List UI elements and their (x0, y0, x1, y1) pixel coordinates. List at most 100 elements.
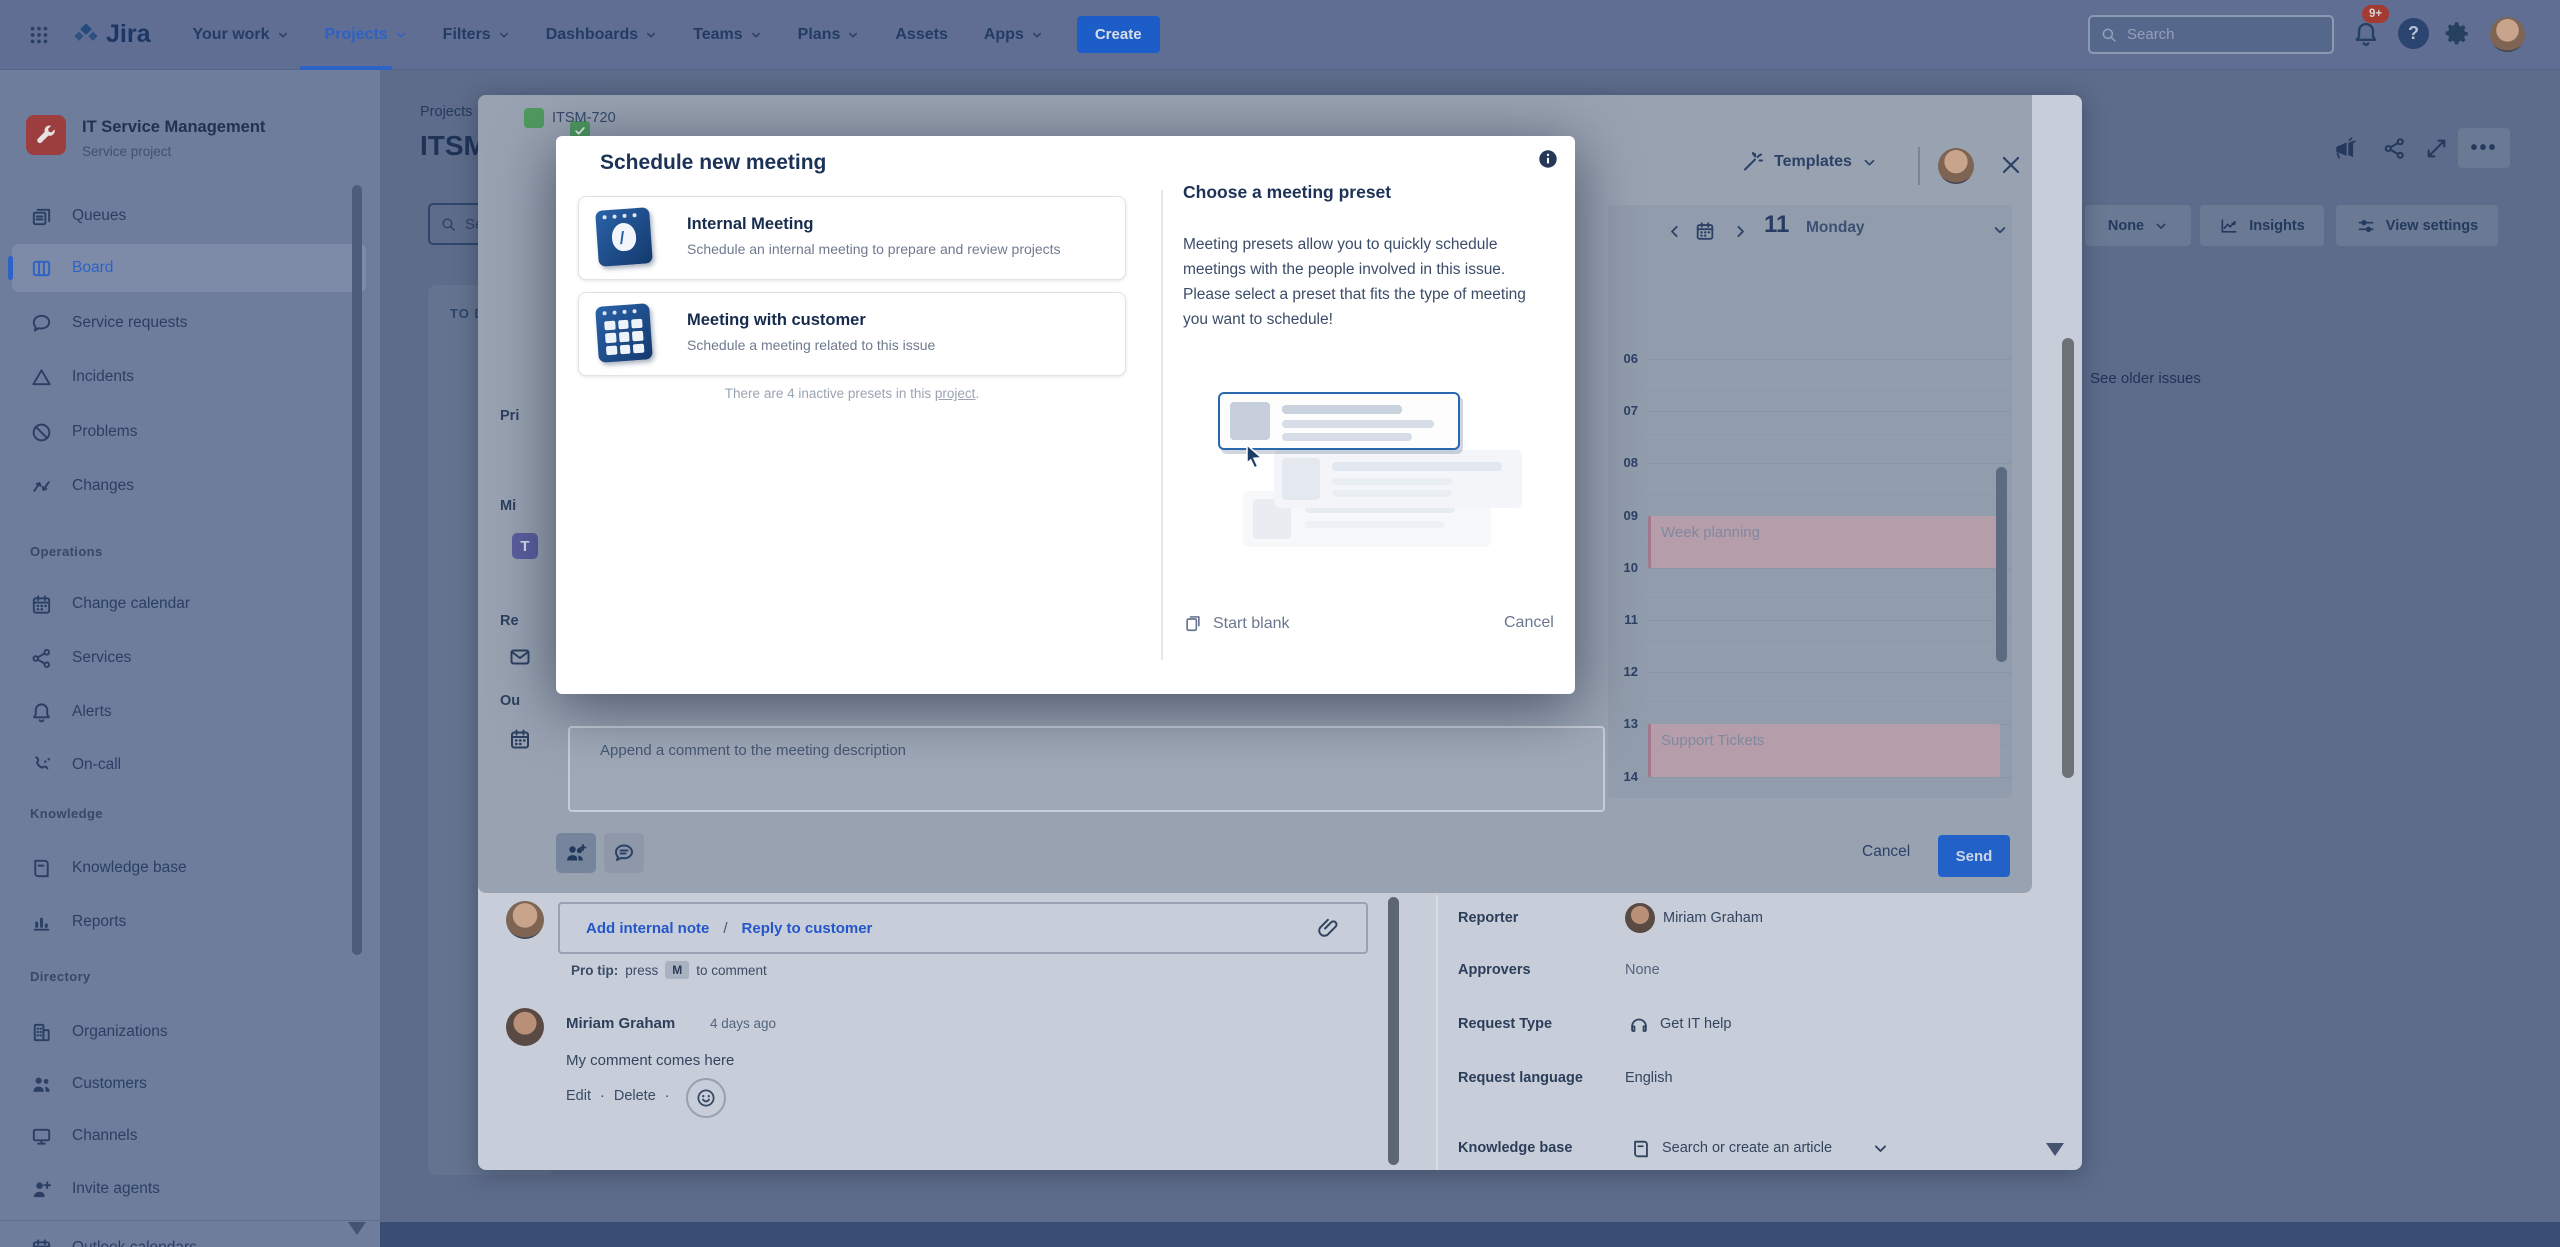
insights-button[interactable]: Insights (2200, 205, 2324, 246)
nav-filters[interactable]: Filters (443, 26, 510, 44)
nav-dashboards[interactable]: Dashboards (546, 26, 657, 44)
nav-assets[interactable]: Assets (895, 26, 947, 44)
scheduler-cancel-button[interactable]: Cancel (1862, 843, 1910, 861)
jira-logo-icon[interactable] (72, 21, 100, 49)
sidebar-bottom-divider (0, 1220, 380, 1221)
calendar-event[interactable]: Support Tickets (1648, 724, 2000, 777)
chevron-down-icon[interactable] (1872, 1140, 1889, 1157)
global-search-input[interactable]: Search (2088, 15, 2334, 54)
nav-plans[interactable]: Plans (798, 26, 860, 44)
add-attendees-button[interactable] (556, 833, 596, 873)
approvers-value[interactable]: None (1625, 962, 1660, 978)
sidebar-item-change-calendar[interactable]: Change calendar (0, 584, 380, 624)
details-scroll-down-arrow[interactable] (2046, 1143, 2064, 1156)
info-icon[interactable] (1537, 148, 1559, 170)
request-type-value[interactable]: Get IT help (1660, 1016, 1731, 1032)
nav-projects[interactable]: Projects (325, 26, 407, 44)
group-by-dropdown[interactable]: None (2085, 205, 2191, 246)
request-language-value[interactable]: English (1625, 1070, 1673, 1086)
sidebar-item-incidents[interactable]: Incidents (0, 357, 380, 397)
sidebar-item-knowledge-base[interactable]: Knowledge base (0, 848, 380, 888)
sidebar-item-reports[interactable]: Reports (0, 902, 380, 942)
nav-your-work[interactable]: Your work (192, 26, 288, 44)
bottom-band (380, 1222, 2560, 1247)
issue-scrollbar[interactable] (2062, 338, 2074, 778)
reporter-value[interactable]: Miriam Graham (1663, 910, 1763, 926)
calendar-scrollbar[interactable] (1996, 467, 2007, 662)
form-label-outlook-cut: Ou (500, 693, 554, 709)
modal-cancel-button[interactable]: Cancel (1504, 614, 1554, 632)
sidebar-item-queues[interactable]: Queues (0, 196, 380, 236)
knowledge-base-value[interactable]: Search or create an article (1662, 1140, 1832, 1156)
close-icon[interactable] (1998, 152, 2024, 178)
sidebar-item-problems[interactable]: Problems (0, 412, 380, 452)
issue-key[interactable]: ITSM-720 (552, 110, 616, 126)
sidebar-item-outlook-calendars[interactable]: Outlook calendars (0, 1228, 380, 1247)
calendar-view-chevron[interactable] (1992, 222, 2008, 238)
calendar-next-icon[interactable] (1732, 223, 1749, 240)
sidebar-scroll-down-arrow[interactable] (348, 1222, 366, 1235)
user-avatar[interactable] (2490, 17, 2525, 52)
nav-teams[interactable]: Teams (693, 26, 762, 44)
sidebar-item-services[interactable]: Services (0, 638, 380, 678)
tab-separator: / (723, 920, 727, 937)
jira-wordmark[interactable]: Jira (106, 20, 150, 49)
view-settings-button[interactable]: View settings (2336, 205, 2498, 246)
more-actions-button[interactable]: ••• (2458, 128, 2510, 168)
sidebar-item-service-requests[interactable]: Service requests (0, 303, 380, 343)
view-settings-icon (2356, 216, 2376, 236)
calendar-event[interactable]: Week planning (1648, 516, 2000, 568)
breadcrumb[interactable]: Projects (420, 104, 478, 120)
changes-icon (30, 475, 53, 498)
sidebar-item-channels[interactable]: Channels (0, 1116, 380, 1156)
project-link[interactable]: project (935, 386, 976, 401)
organizer-avatar[interactable] (1938, 148, 1974, 184)
feedback-icon[interactable] (2332, 136, 2358, 162)
send-button[interactable]: Send (1938, 835, 2010, 877)
keyboard-shortcut-m: M (665, 961, 689, 979)
nav-apps[interactable]: Apps (984, 26, 1043, 44)
jira-screen: Projects ITSM Sea TO DO ••• None Insight… (0, 0, 2560, 1247)
calendar-day-number: 11 (1764, 211, 1789, 239)
notifications-icon[interactable] (2352, 20, 2380, 48)
expand-icon[interactable] (2424, 136, 2449, 161)
share-icon[interactable] (2382, 136, 2407, 161)
sidebar-scrollbar[interactable] (352, 185, 362, 955)
dialog-scrollbar[interactable] (1388, 897, 1399, 1165)
settings-gear-icon[interactable] (2444, 20, 2472, 48)
sidebar-item-invite-agents[interactable]: Invite agents (0, 1169, 380, 1209)
sidebar-item-customers[interactable]: Customers (0, 1064, 380, 1104)
help-button[interactable]: ? (2398, 18, 2429, 49)
meeting-comment-input[interactable]: Append a comment to the meeting descript… (568, 726, 1605, 812)
attachment-icon[interactable] (1316, 916, 1340, 940)
add-reaction-button[interactable] (686, 1078, 726, 1118)
preset-internal-meeting[interactable]: Internal Meeting Schedule an internal me… (578, 196, 1126, 280)
sidebar-item-alerts[interactable]: Alerts (0, 692, 380, 732)
calendar-today-icon[interactable] (1694, 220, 1716, 242)
drag-handle-icon[interactable] (568, 152, 592, 176)
comment-author[interactable]: Miriam Graham (566, 1015, 675, 1032)
reporter-avatar (1625, 903, 1655, 933)
calendar-prev-icon[interactable] (1666, 223, 1683, 240)
create-button[interactable]: Create (1077, 16, 1160, 53)
see-older-issues-link[interactable]: See older issues (2090, 370, 2201, 387)
sidebar-item-on-call[interactable]: On-call (0, 745, 380, 785)
hour-label: 08 (1608, 455, 1638, 470)
app-switcher-icon[interactable] (28, 24, 50, 46)
start-blank-button[interactable]: Start blank (1183, 614, 1289, 634)
sidebar-item-organizations[interactable]: Organizations (0, 1012, 380, 1052)
preset-meeting-with-customer[interactable]: Meeting with customer Schedule a meeting… (578, 292, 1126, 376)
incidents-icon (30, 366, 53, 389)
comment-delete-link[interactable]: Delete (614, 1088, 656, 1104)
add-internal-note-tab[interactable]: Add internal note (586, 920, 709, 937)
comment-toggle-button[interactable] (604, 833, 644, 873)
reply-to-customer-tab[interactable]: Reply to customer (742, 920, 873, 937)
change-calendar-icon (30, 593, 53, 616)
hour-label: 09 (1608, 508, 1638, 523)
sidebar-item-changes[interactable]: Changes (0, 466, 380, 506)
templates-button[interactable]: Templates (1740, 150, 1877, 174)
comment-edit-link[interactable]: Edit (566, 1088, 591, 1104)
sidebar-item-board[interactable]: Board (0, 248, 380, 288)
comment-composer[interactable]: Add internal note / Reply to customer (558, 902, 1368, 954)
teams-icon: T (512, 533, 538, 559)
